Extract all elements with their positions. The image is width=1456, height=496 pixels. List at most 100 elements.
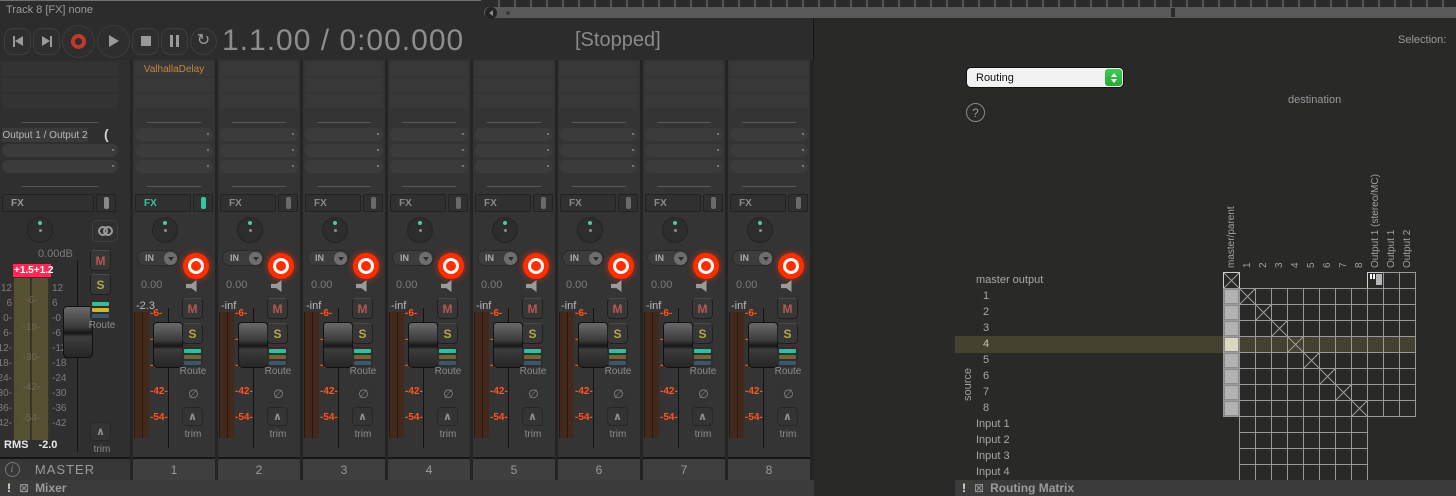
track-pan-knob[interactable] (153, 218, 177, 242)
track-name-cell[interactable]: 6 (558, 457, 640, 480)
track-volume-value[interactable]: 0.00 (396, 279, 417, 291)
matrix-cell[interactable] (1319, 384, 1336, 401)
master-pan-knob[interactable] (28, 218, 52, 242)
track-solo-button[interactable]: S (267, 323, 288, 344)
matrix-cell[interactable] (1271, 320, 1288, 337)
matrix-cell[interactable] (1223, 320, 1240, 337)
track-fader[interactable] (578, 322, 608, 368)
track-volume-value[interactable]: 0.00 (651, 279, 672, 291)
matrix-cell[interactable] (1303, 384, 1320, 401)
track-meter[interactable] (729, 312, 744, 438)
track-phase-button[interactable]: ∅ (269, 384, 288, 403)
matrix-cell[interactable] (1287, 336, 1304, 353)
track-meter[interactable] (389, 312, 404, 438)
track-send-slot[interactable] (220, 144, 298, 157)
matrix-cell[interactable] (1319, 368, 1336, 385)
matrix-cell[interactable] (1399, 288, 1416, 305)
matrix-cell[interactable] (1287, 384, 1304, 401)
matrix-cell[interactable] (1271, 288, 1288, 305)
matrix-cell[interactable] (1287, 288, 1304, 305)
matrix-cell[interactable] (1367, 304, 1384, 321)
matrix-cell[interactable] (1351, 464, 1368, 481)
track-solo-button[interactable]: S (777, 323, 798, 344)
matrix-row-label[interactable]: Input 1 (976, 417, 1010, 432)
horizontal-scrollbar[interactable] (484, 7, 1456, 18)
track-fx-slot[interactable] (220, 94, 298, 108)
matrix-cell[interactable] (1255, 400, 1272, 417)
track-send-slot[interactable] (645, 160, 723, 173)
track-mute-button[interactable]: M (692, 298, 713, 319)
track-fx-slot[interactable] (730, 62, 808, 76)
track-mute-button[interactable]: M (182, 298, 203, 319)
matrix-cell[interactable] (1271, 464, 1288, 481)
matrix-cell[interactable] (1367, 336, 1384, 353)
track-fader[interactable] (408, 322, 438, 368)
track-send-slot[interactable] (135, 144, 213, 157)
track-send-slot[interactable] (475, 144, 553, 157)
matrix-cell[interactable] (1287, 304, 1304, 321)
matrix-cell[interactable] (1319, 304, 1336, 321)
matrix-cell[interactable] (1223, 368, 1240, 385)
master-name-cell[interactable]: i MASTER (0, 457, 130, 480)
matrix-row-label[interactable]: 1 (983, 289, 989, 304)
master-output-send[interactable]: Output 1 / Output 2 (2, 128, 88, 142)
matrix-cell[interactable] (1303, 304, 1320, 321)
matrix-cell[interactable] (1399, 304, 1416, 321)
matrix-cell[interactable] (1287, 320, 1304, 337)
matrix-cell[interactable] (1271, 368, 1288, 385)
master-trim-button[interactable]: ∧ (90, 422, 111, 441)
track-fx-slot[interactable] (220, 78, 298, 92)
track-send-slot[interactable] (305, 128, 383, 141)
matrix-cell[interactable] (1223, 352, 1240, 369)
matrix-cell[interactable] (1239, 336, 1256, 353)
track-phase-button[interactable]: ∅ (439, 384, 458, 403)
track-meter[interactable] (644, 312, 659, 438)
track-fx-indicator[interactable] (363, 194, 383, 212)
matrix-cell[interactable] (1335, 320, 1352, 337)
track-send-slot[interactable] (390, 144, 468, 157)
matrix-cell[interactable] (1351, 416, 1368, 433)
matrix-cell[interactable] (1383, 320, 1400, 337)
repeat-button[interactable]: ↻ (190, 28, 217, 55)
matrix-cell[interactable] (1239, 288, 1256, 305)
track-fx-slot[interactable] (645, 94, 723, 108)
matrix-cell[interactable] (1255, 448, 1272, 465)
track-send-slot[interactable] (390, 160, 468, 173)
track-fx-button[interactable]: FX (730, 194, 786, 212)
track-pan-knob[interactable] (323, 218, 347, 242)
track-trim-button[interactable]: ∧ (692, 407, 713, 426)
track-fx-slot[interactable] (135, 78, 213, 92)
track-pan-knob[interactable] (238, 218, 262, 242)
matrix-cell[interactable] (1351, 352, 1368, 369)
track-fx-slot[interactable] (560, 78, 638, 92)
matrix-cell[interactable] (1367, 400, 1384, 417)
matrix-cell[interactable] (1287, 416, 1304, 433)
play-button[interactable] (97, 25, 130, 58)
track-send-slot[interactable] (730, 128, 808, 141)
matrix-cell[interactable] (1335, 384, 1352, 401)
track-pan-knob[interactable] (408, 218, 432, 242)
matrix-cell[interactable] (1383, 368, 1400, 385)
track-trim-button[interactable]: ∧ (267, 407, 288, 426)
track-send-slot[interactable] (135, 160, 213, 173)
matrix-cell[interactable] (1239, 464, 1256, 481)
scroll-left-button[interactable] (485, 7, 497, 19)
matrix-cell[interactable] (1255, 288, 1272, 305)
track-trim-button[interactable]: ∧ (437, 407, 458, 426)
matrix-cell[interactable] (1383, 352, 1400, 369)
track-record-arm-button[interactable] (353, 253, 379, 279)
matrix-row-label[interactable]: Input 2 (976, 433, 1010, 448)
master-stereo-mono-button[interactable] (92, 220, 118, 242)
track-solo-button[interactable]: S (352, 323, 373, 344)
matrix-cell[interactable] (1239, 448, 1256, 465)
track-pan-knob[interactable] (578, 218, 602, 242)
matrix-row-label[interactable]: Input 3 (976, 449, 1010, 464)
track-fx-indicator[interactable] (533, 194, 553, 212)
track-input-button[interactable]: IN (222, 250, 264, 266)
matrix-cell[interactable] (1223, 272, 1240, 289)
matrix-cell[interactable] (1303, 336, 1320, 353)
track-volume-value[interactable]: 0.00 (566, 279, 587, 291)
matrix-cell[interactable] (1239, 432, 1256, 449)
track-mute-button[interactable]: M (352, 298, 373, 319)
matrix-cell[interactable] (1335, 304, 1352, 321)
